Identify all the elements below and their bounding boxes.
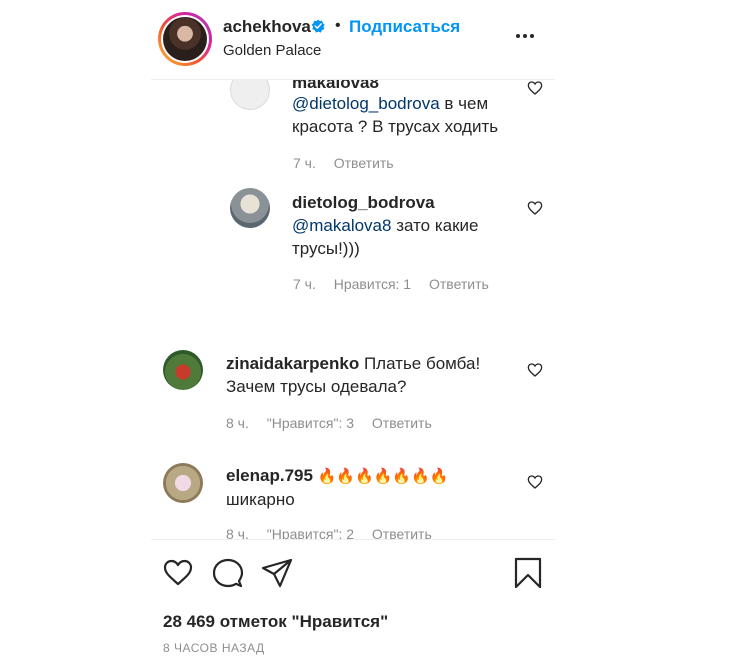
- post-panel: achekhova • Подписаться Golden Palace ma…: [151, 0, 555, 656]
- reply-button[interactable]: Ответить: [334, 155, 394, 171]
- avatar[interactable]: [163, 350, 203, 390]
- comment-likes[interactable]: "Нравится": 2: [267, 526, 354, 540]
- post-actions: 28 469 отметок "Нравится" 8 ЧАСОВ НАЗАД: [151, 539, 555, 656]
- comment-meta: 8 ч. "Нравится": 2 Ответить: [226, 526, 446, 540]
- reply-button[interactable]: Ответить: [372, 415, 432, 431]
- mention-link[interactable]: @makalova8: [292, 216, 391, 235]
- comment-likes[interactable]: Нравится: 1: [334, 276, 411, 292]
- comment-time: 7 ч.: [293, 155, 316, 171]
- likes-count[interactable]: 28 469 отметок "Нравится": [163, 612, 388, 632]
- comment-time: 7 ч.: [293, 276, 316, 292]
- comment-bubble-icon[interactable]: [212, 557, 244, 589]
- mention-link[interactable]: @dietolog_bodrova: [292, 94, 440, 113]
- separator-dot: •: [335, 17, 341, 34]
- post-header: achekhova • Подписаться Golden Palace: [151, 0, 555, 80]
- reply-button[interactable]: Ответить: [372, 526, 432, 540]
- verified-badge-icon: [311, 19, 325, 33]
- comment-meta: 7 ч. Ответить: [293, 155, 408, 171]
- more-options-icon[interactable]: [515, 26, 535, 46]
- comment-likes[interactable]: "Нравится": 3: [267, 415, 354, 431]
- avatar[interactable]: [230, 188, 270, 228]
- comment-text: zinaidakarpenko Платье бомба! Зачем трус…: [226, 354, 481, 396]
- like-heart-icon[interactable]: [162, 557, 194, 589]
- comment-text: elenap.795 🔥🔥🔥🔥🔥🔥🔥 шикарно: [226, 466, 449, 509]
- avatar[interactable]: [158, 12, 212, 66]
- comment-text: @dietolog_bodrova в чем красота ? В трус…: [292, 94, 499, 136]
- share-send-icon[interactable]: [261, 557, 293, 589]
- reply-button[interactable]: Ответить: [429, 276, 489, 292]
- comment-time: 8 ч.: [226, 415, 249, 431]
- avatar[interactable]: [163, 463, 203, 503]
- profile-photo: [163, 17, 207, 61]
- fire-emoji: 🔥🔥🔥🔥🔥🔥🔥: [317, 468, 449, 485]
- comment-meta: 8 ч. "Нравится": 3 Ответить: [226, 415, 446, 431]
- bookmark-save-icon[interactable]: [512, 557, 544, 589]
- comments-list[interactable]: makalova8 @dietolog_bodrova в чем красот…: [151, 80, 555, 540]
- location-link[interactable]: Golden Palace: [223, 42, 321, 59]
- comment-username[interactable]: dietolog_bodrova: [292, 193, 435, 212]
- like-comment-heart-icon[interactable]: [527, 474, 543, 490]
- avatar[interactable]: [230, 80, 270, 110]
- comment-username[interactable]: makalova8: [292, 80, 379, 92]
- comment-username[interactable]: zinaidakarpenko: [226, 354, 359, 373]
- follow-button[interactable]: Подписаться: [349, 17, 460, 37]
- like-comment-heart-icon[interactable]: [527, 362, 543, 378]
- post-timestamp: 8 ЧАСОВ НАЗАД: [163, 641, 265, 655]
- comment-username[interactable]: elenap.795: [226, 466, 313, 485]
- like-comment-heart-icon[interactable]: [527, 80, 543, 96]
- like-comment-heart-icon[interactable]: [527, 200, 543, 216]
- comment-meta: 7 ч. Нравится: 1 Ответить: [293, 276, 503, 292]
- username-link[interactable]: achekhova: [223, 17, 311, 37]
- comment-text: dietolog_bodrova @makalova8 зато какие т…: [292, 193, 479, 258]
- comment-time: 8 ч.: [226, 526, 249, 540]
